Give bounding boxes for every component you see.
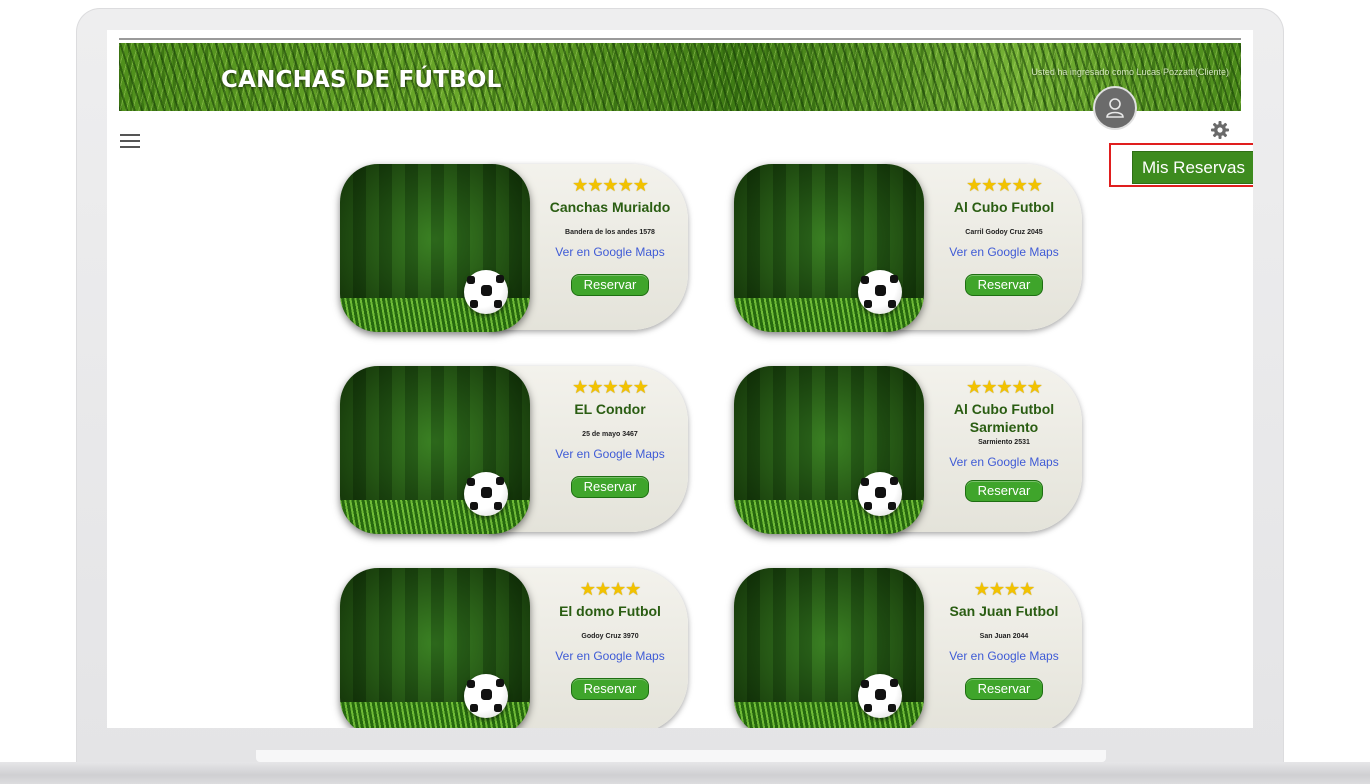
top-divider bbox=[119, 38, 1241, 40]
reserve-button[interactable]: Reservar bbox=[965, 274, 1043, 296]
soccer-ball-icon bbox=[464, 674, 508, 718]
field-address: 25 de mayo 3467 bbox=[582, 431, 638, 438]
google-maps-link[interactable]: Ver en Google Maps bbox=[934, 244, 1074, 260]
card-content: ★★★★★ Al Cubo Futbol Carril Godoy Cruz 2… bbox=[934, 174, 1074, 296]
field-card: ★★★★ El domo Futbol Godoy Cruz 3970 Ver … bbox=[340, 568, 689, 728]
field-name: EL Condor bbox=[574, 401, 646, 417]
field-address: San Juan 2044 bbox=[979, 633, 1029, 640]
app-screen: CANCHAS DE FÚTBOL Usted ha ingresado com… bbox=[107, 30, 1253, 728]
soccer-ball-icon bbox=[464, 472, 508, 516]
field-name: San Juan Futbol bbox=[949, 603, 1059, 619]
card-content: ★★★★★ Canchas Murialdo Bandera de los an… bbox=[540, 174, 680, 296]
google-maps-link[interactable]: Ver en Google Maps bbox=[540, 446, 680, 462]
soccer-ball-icon bbox=[464, 270, 508, 314]
site-title: CANCHAS DE FÚTBOL bbox=[221, 67, 502, 93]
field-card: ★★★★★ Al Cubo Futbol Carril Godoy Cruz 2… bbox=[734, 164, 1083, 332]
mis-reservas-button[interactable]: Mis Reservas bbox=[1132, 151, 1253, 184]
header-banner: CANCHAS DE FÚTBOL Usted ha ingresado com… bbox=[119, 43, 1241, 111]
card-content: ★★★★★ EL Condor 25 de mayo 3467 Ver en G… bbox=[540, 376, 680, 498]
rating-stars: ★★★★★ bbox=[966, 377, 1043, 397]
google-maps-link[interactable]: Ver en Google Maps bbox=[540, 648, 680, 664]
field-name: El domo Futbol bbox=[559, 603, 661, 619]
google-maps-link[interactable]: Ver en Google Maps bbox=[540, 244, 680, 260]
user-icon bbox=[1106, 98, 1124, 118]
rating-stars: ★★★★★ bbox=[572, 377, 649, 397]
hamburger-menu-icon[interactable] bbox=[120, 134, 140, 150]
field-name: Al Cubo Futbol bbox=[953, 199, 1055, 215]
reserve-button[interactable]: Reservar bbox=[571, 678, 649, 700]
reserve-button[interactable]: Reservar bbox=[965, 480, 1043, 502]
field-card: ★★★★★ EL Condor 25 de mayo 3467 Ver en G… bbox=[340, 366, 689, 534]
field-card: ★★★★ San Juan Futbol San Juan 2044 Ver e… bbox=[734, 568, 1083, 728]
soccer-ball-icon bbox=[858, 472, 902, 516]
user-avatar[interactable] bbox=[1093, 86, 1137, 130]
laptop-notch bbox=[256, 750, 1106, 762]
field-address: Sarmiento 2531 bbox=[978, 439, 1030, 446]
soccer-ball-icon bbox=[858, 674, 902, 718]
card-content: ★★★★ San Juan Futbol San Juan 2044 Ver e… bbox=[934, 578, 1074, 700]
rating-stars: ★★★★ bbox=[579, 579, 642, 599]
reserve-button[interactable]: Reservar bbox=[571, 274, 649, 296]
reserve-button[interactable]: Reservar bbox=[571, 476, 649, 498]
rating-stars: ★★★★★ bbox=[966, 175, 1043, 195]
google-maps-link[interactable]: Ver en Google Maps bbox=[934, 454, 1074, 470]
field-address: Bandera de los andes 1578 bbox=[565, 229, 655, 236]
field-card: ★★★★★ Al Cubo Futbol Sarmiento Sarmiento… bbox=[734, 366, 1083, 534]
field-name: Canchas Murialdo bbox=[549, 199, 671, 215]
laptop-base bbox=[0, 762, 1370, 784]
logged-user-text: Usted ha ingresado como Lucas Pozzatti(C… bbox=[1031, 67, 1229, 77]
field-address: Carril Godoy Cruz 2045 bbox=[965, 229, 1043, 236]
google-maps-link[interactable]: Ver en Google Maps bbox=[934, 648, 1074, 664]
card-content: ★★★★ El domo Futbol Godoy Cruz 3970 Ver … bbox=[540, 578, 680, 700]
card-content: ★★★★★ Al Cubo Futbol Sarmiento Sarmiento… bbox=[934, 376, 1074, 502]
field-address: Godoy Cruz 3970 bbox=[581, 633, 639, 640]
soccer-ball-icon bbox=[858, 270, 902, 314]
field-card: ★★★★★ Canchas Murialdo Bandera de los an… bbox=[340, 164, 689, 332]
gear-icon[interactable] bbox=[1210, 120, 1230, 140]
reserve-button[interactable]: Reservar bbox=[965, 678, 1043, 700]
field-name: Al Cubo Futbol Sarmiento bbox=[953, 401, 1055, 435]
rating-stars: ★★★★★ bbox=[572, 175, 649, 195]
rating-stars: ★★★★ bbox=[973, 579, 1036, 599]
